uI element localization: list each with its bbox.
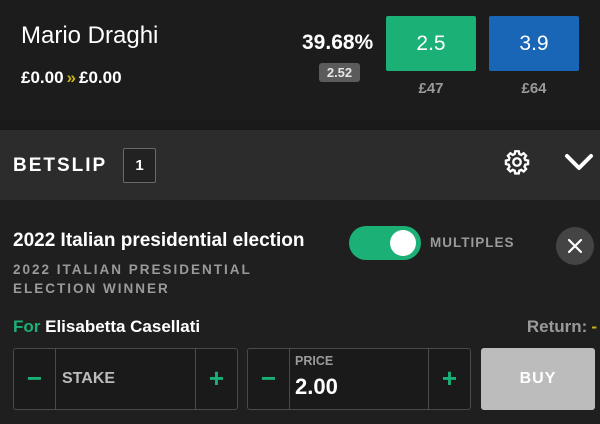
for-label: For — [13, 317, 41, 336]
event-title: 2022 Italian presidential election — [13, 230, 305, 251]
betslip-title: BETSLIP — [13, 155, 108, 176]
close-icon — [567, 238, 583, 254]
selection-name: Elisabetta Casellati — [45, 317, 201, 336]
price-stepper: − PRICE 2.00 + — [247, 348, 471, 410]
stake-increase-button[interactable]: + — [195, 349, 237, 409]
pl-projected: £0.00 — [79, 68, 122, 87]
selection-line: For Elisabetta Casellati — [13, 317, 200, 337]
pl-arrow: » — [66, 68, 77, 87]
bet-card: 2022 Italian presidential election 2022 … — [0, 200, 600, 424]
back-odds-button[interactable]: 2.5 — [386, 16, 476, 71]
return-line: Return: - — [527, 317, 597, 337]
runner-profit-loss: £0.00» £0.00 — [21, 68, 122, 88]
price-value[interactable]: 2.00 — [295, 374, 338, 400]
stake-stepper: − + — [13, 348, 238, 410]
return-value: - — [591, 317, 597, 336]
lay-liquidity: £64 — [521, 80, 547, 97]
betslip-header[interactable]: BETSLIP 1 — [0, 130, 600, 200]
gear-icon[interactable] — [503, 148, 531, 176]
price-decrease-button[interactable]: − — [248, 349, 290, 409]
stake-input[interactable] — [56, 349, 195, 409]
return-label: Return: — [526, 317, 588, 336]
remove-bet-button[interactable] — [556, 227, 594, 265]
pl-current: £0.00 — [21, 68, 64, 87]
stake-decrease-button[interactable]: − — [14, 349, 56, 409]
buy-button[interactable]: BUY — [481, 348, 595, 410]
market-row: Mario Draghi £0.00» £0.00 39.68% 2.52 2.5… — [0, 0, 600, 120]
lay-odds-button[interactable]: 3.9 — [489, 16, 579, 71]
market-name: 2022 ITALIAN PRESIDENTIAL ELECTION WINNE… — [13, 262, 252, 296]
implied-probability: 39.68% — [302, 31, 374, 54]
multiples-toggle[interactable] — [349, 226, 421, 260]
chevron-down-icon[interactable] — [564, 152, 594, 172]
back-liquidity: £47 — [418, 80, 444, 97]
price-label: PRICE — [295, 354, 334, 368]
betslip-count-badge: 1 — [123, 148, 156, 183]
runner-name: Mario Draghi — [21, 22, 159, 49]
price-increase-button[interactable]: + — [428, 349, 470, 409]
last-traded-price-badge: 2.52 — [319, 63, 360, 82]
multiples-label: MULTIPLES — [430, 235, 515, 250]
toggle-knob — [390, 230, 416, 256]
